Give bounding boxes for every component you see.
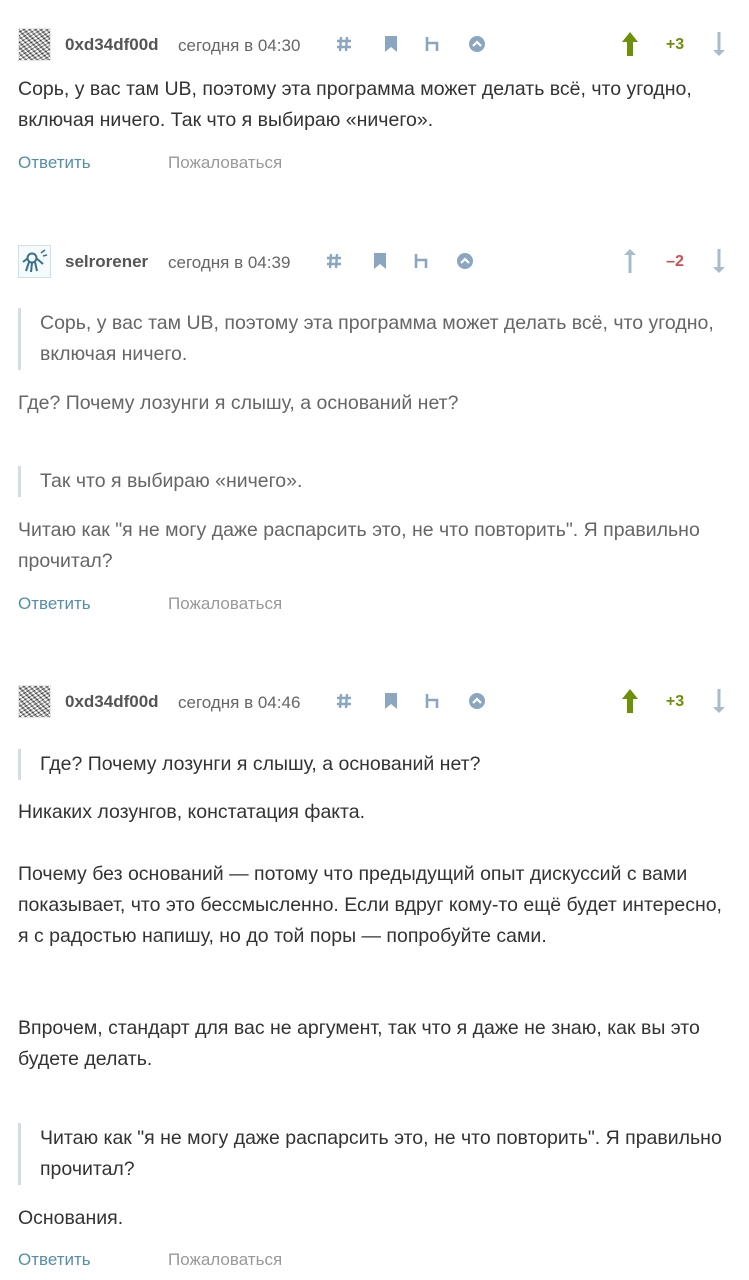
comment-header: selrorener сегодня в 04:39 –2 xyxy=(18,244,731,280)
report-link[interactable]: Пожаловаться xyxy=(168,153,282,173)
comment-score: +3 xyxy=(665,693,685,710)
reply-link[interactable]: Ответить xyxy=(18,153,91,173)
bookmark-icon[interactable] xyxy=(368,249,392,273)
timestamp[interactable]: сегодня в 04:39 xyxy=(168,253,290,273)
upvote-button[interactable] xyxy=(618,686,642,716)
parent-comment-icon[interactable] xyxy=(410,249,434,273)
comment-header: 0xd34df00d сегодня в 04:30 +3 xyxy=(18,27,731,63)
comment-text: Где? Почему лозунги я слышу, а оснований… xyxy=(18,392,459,414)
username[interactable]: 0xd34df00d xyxy=(65,35,159,55)
downvote-button[interactable] xyxy=(707,29,731,59)
comment-text: Читаю как "я не могу даже распарсить это… xyxy=(18,519,700,572)
avatar[interactable] xyxy=(18,28,51,61)
collapse-icon[interactable] xyxy=(465,32,489,56)
username[interactable]: 0xd34df00d xyxy=(65,692,159,712)
upvote-button[interactable] xyxy=(618,29,642,59)
comment-text: Сорь, у вас там UB, поэтому эта программ… xyxy=(18,78,692,131)
comment-text: Почему без оснований — потому что предыд… xyxy=(18,863,722,947)
upvote-button[interactable] xyxy=(618,246,642,276)
blockquote: Так что я выбираю «ничего». xyxy=(18,466,727,497)
avatar[interactable] xyxy=(18,245,51,278)
collapse-icon[interactable] xyxy=(465,689,489,713)
timestamp[interactable]: сегодня в 04:46 xyxy=(178,693,300,713)
downvote-button[interactable] xyxy=(707,246,731,276)
collapse-icon[interactable] xyxy=(453,249,477,273)
hash-icon[interactable] xyxy=(322,249,346,273)
report-link[interactable]: Пожаловаться xyxy=(168,1250,282,1270)
bookmark-icon[interactable] xyxy=(379,32,403,56)
comment-score: +3 xyxy=(665,36,685,53)
bookmark-icon[interactable] xyxy=(379,689,403,713)
comment-score: –2 xyxy=(666,253,684,270)
blockquote: Сорь, у вас там UB, поэтому эта программ… xyxy=(18,308,727,370)
hash-icon[interactable] xyxy=(332,32,356,56)
comment-text: Впрочем, стандарт для вас не аргумент, т… xyxy=(18,1017,700,1070)
reply-link[interactable]: Ответить xyxy=(18,1250,91,1270)
downvote-button[interactable] xyxy=(707,686,731,716)
comment-header: 0xd34df00d сегодня в 04:46 +3 xyxy=(18,684,731,720)
parent-comment-icon[interactable] xyxy=(421,32,445,56)
comment-text: Основания. xyxy=(18,1207,124,1229)
avatar[interactable] xyxy=(18,685,51,718)
timestamp[interactable]: сегодня в 04:30 xyxy=(178,36,300,56)
reply-link[interactable]: Ответить xyxy=(18,594,91,614)
parent-comment-icon[interactable] xyxy=(421,689,445,713)
username[interactable]: selrorener xyxy=(65,252,148,272)
blockquote: Где? Почему лозунги я слышу, а оснований… xyxy=(18,749,727,780)
comment-text: Никаких лозунгов, констатация факта. xyxy=(18,801,366,823)
blockquote: Читаю как "я не могу даже распарсить это… xyxy=(18,1123,727,1185)
hash-icon[interactable] xyxy=(332,689,356,713)
report-link[interactable]: Пожаловаться xyxy=(168,594,282,614)
